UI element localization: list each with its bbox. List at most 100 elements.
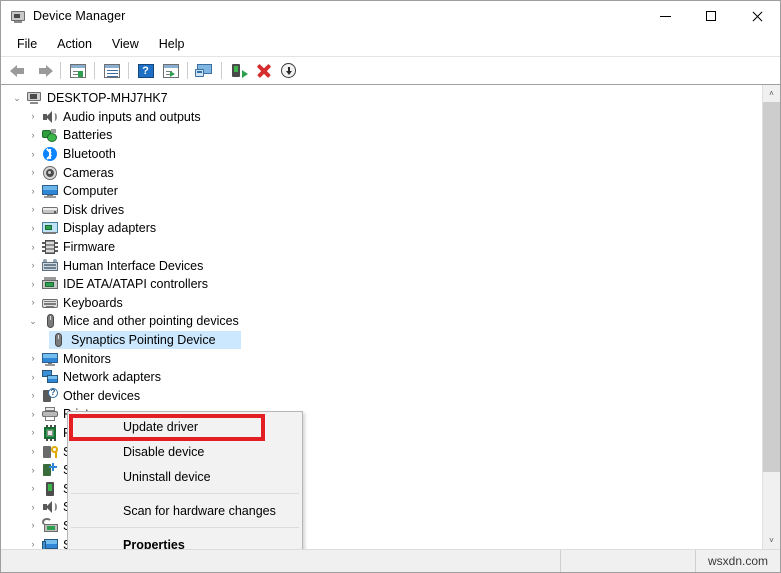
tree-item-label: Network adapters [63, 370, 161, 385]
minimize-button[interactable] [642, 1, 688, 31]
software-device-icon [41, 481, 59, 497]
show-hide-console-tree-icon[interactable] [65, 59, 90, 82]
scan-for-hardware-changes-icon[interactable] [192, 59, 217, 82]
chevron-right-icon[interactable]: › [25, 168, 41, 177]
chevron-down-icon[interactable]: ⌄ [25, 316, 41, 326]
tree-item-ide-controllers[interactable]: › IDE ATA/ATAPI controllers [1, 275, 762, 294]
chevron-right-icon[interactable]: › [25, 112, 41, 121]
tree-item-network-adapters[interactable]: › Network adapters [1, 368, 762, 387]
menu-view[interactable]: View [102, 34, 149, 54]
chevron-right-icon[interactable]: › [25, 484, 41, 493]
vertical-scrollbar[interactable]: ˄ ˅ [762, 85, 780, 549]
storage-controller-icon [41, 517, 59, 534]
uninstall-device-icon[interactable] [251, 59, 276, 82]
tree-item-disk-drives[interactable]: › Disk drives [1, 201, 762, 220]
context-menu-separator [71, 493, 299, 494]
camera-icon [41, 165, 59, 181]
install-legacy-hardware-icon[interactable] [226, 59, 251, 82]
system-device-icon [41, 537, 59, 549]
status-bar: wsxdn.com [1, 549, 780, 572]
chevron-right-icon[interactable]: › [25, 502, 41, 512]
maximize-button[interactable] [688, 1, 734, 31]
toolbar: ? [1, 57, 780, 85]
tree-item-bluetooth[interactable]: › Bluetooth [1, 145, 762, 164]
menu-help[interactable]: Help [149, 34, 195, 54]
context-menu-update-driver[interactable]: Update driver [68, 414, 302, 439]
context-menu-uninstall-device[interactable]: Uninstall device [68, 464, 302, 489]
speaker-icon [41, 109, 59, 125]
tree-item-label: Mice and other pointing devices [63, 314, 239, 329]
tree-item-cameras[interactable]: › Cameras [1, 163, 762, 182]
scroll-down-arrow-icon[interactable]: ˅ [763, 532, 780, 549]
tree-root-node[interactable]: ⌄ DESKTOP-MHJ7HK7 [1, 89, 762, 108]
toolbar-separator [94, 62, 95, 79]
chevron-right-icon[interactable]: › [25, 186, 41, 196]
context-menu-properties[interactable]: Properties [68, 532, 302, 550]
tree-item-keyboards[interactable]: › Keyboards [1, 294, 762, 313]
chevron-right-icon[interactable]: › [25, 205, 41, 214]
tree-item-other-devices[interactable]: › ? Other devices [1, 387, 762, 406]
security-device-icon [41, 444, 59, 460]
software-component-icon [41, 462, 59, 478]
scrollbar-track[interactable] [763, 102, 780, 532]
chevron-right-icon[interactable]: › [25, 261, 41, 270]
ide-controller-icon [41, 276, 59, 292]
chevron-right-icon[interactable]: › [25, 428, 41, 437]
menu-file[interactable]: File [7, 34, 47, 54]
back-arrow-icon[interactable] [6, 59, 31, 82]
device-tree[interactable]: ⌄ DESKTOP-MHJ7HK7 › Audio inputs and out… [1, 85, 762, 549]
chevron-right-icon[interactable]: › [25, 149, 41, 159]
network-adapter-icon [41, 369, 59, 385]
context-menu-scan-for-hardware-changes[interactable]: Scan for hardware changes [68, 498, 302, 523]
bluetooth-icon [41, 146, 59, 162]
tree-item-label: Synaptics Pointing Device [71, 333, 222, 348]
disable-device-icon[interactable] [276, 59, 301, 82]
context-menu-disable-device[interactable]: Disable device [68, 439, 302, 464]
title-bar: Device Manager [1, 1, 780, 31]
other-device-icon: ? [41, 387, 59, 404]
tree-item-label: Cameras [63, 165, 114, 180]
context-menu: Update driver Disable device Uninstall d… [67, 411, 303, 549]
tree-item-firmware[interactable]: › Firmware [1, 238, 762, 257]
scroll-up-arrow-icon[interactable]: ˄ [763, 85, 780, 102]
tree-item-hid[interactable]: › Human Interface Devices [1, 256, 762, 275]
chevron-right-icon[interactable]: › [25, 279, 41, 289]
tree-item-batteries[interactable]: › Batteries [1, 126, 762, 145]
tree-item-label: Computer [63, 184, 118, 199]
help-icon[interactable]: ? [133, 59, 158, 82]
chevron-right-icon[interactable]: › [25, 447, 41, 456]
chevron-right-icon[interactable]: › [25, 372, 41, 382]
chevron-right-icon[interactable]: › [25, 298, 41, 307]
chevron-right-icon[interactable]: › [25, 130, 41, 140]
chevron-right-icon[interactable]: › [25, 354, 41, 363]
tree-item-computer[interactable]: › Computer [1, 182, 762, 201]
tree-item-audio[interactable]: › Audio inputs and outputs [1, 108, 762, 127]
tree-item-display-adapters[interactable]: › Display adapters [1, 219, 762, 238]
chevron-right-icon[interactable]: › [25, 465, 41, 475]
tree-item-monitors[interactable]: › Monitors [1, 349, 762, 368]
chevron-down-icon[interactable]: ⌄ [9, 93, 25, 103]
tree-item-label: Monitors [63, 351, 111, 366]
update-driver-icon[interactable] [158, 59, 183, 82]
mouse-icon [41, 313, 59, 329]
tree-item-label: Display adapters [63, 221, 157, 236]
chevron-right-icon[interactable]: › [25, 242, 41, 252]
properties-icon[interactable] [99, 59, 124, 82]
tree-item-label: Audio inputs and outputs [63, 109, 201, 124]
watermark-label: wsxdn.com [707, 554, 769, 568]
chevron-right-icon[interactable]: › [25, 223, 41, 233]
chevron-right-icon[interactable]: › [25, 521, 41, 530]
scrollbar-thumb[interactable] [763, 102, 780, 472]
chevron-right-icon[interactable]: › [25, 409, 41, 419]
close-button[interactable] [734, 1, 780, 31]
forward-arrow-icon[interactable] [31, 59, 56, 82]
menu-action[interactable]: Action [47, 34, 102, 54]
tree-item-label: Human Interface Devices [63, 258, 204, 273]
printer-icon [41, 406, 59, 422]
chevron-right-icon[interactable]: › [25, 391, 41, 400]
tree-item-synaptics-pointing-device[interactable]: Synaptics Pointing Device [1, 330, 762, 350]
computer-icon [41, 183, 59, 199]
tree-item-mice[interactable]: ⌄ Mice and other pointing devices [1, 312, 762, 331]
toolbar-separator [128, 62, 129, 79]
chevron-right-icon[interactable]: › [25, 540, 41, 549]
